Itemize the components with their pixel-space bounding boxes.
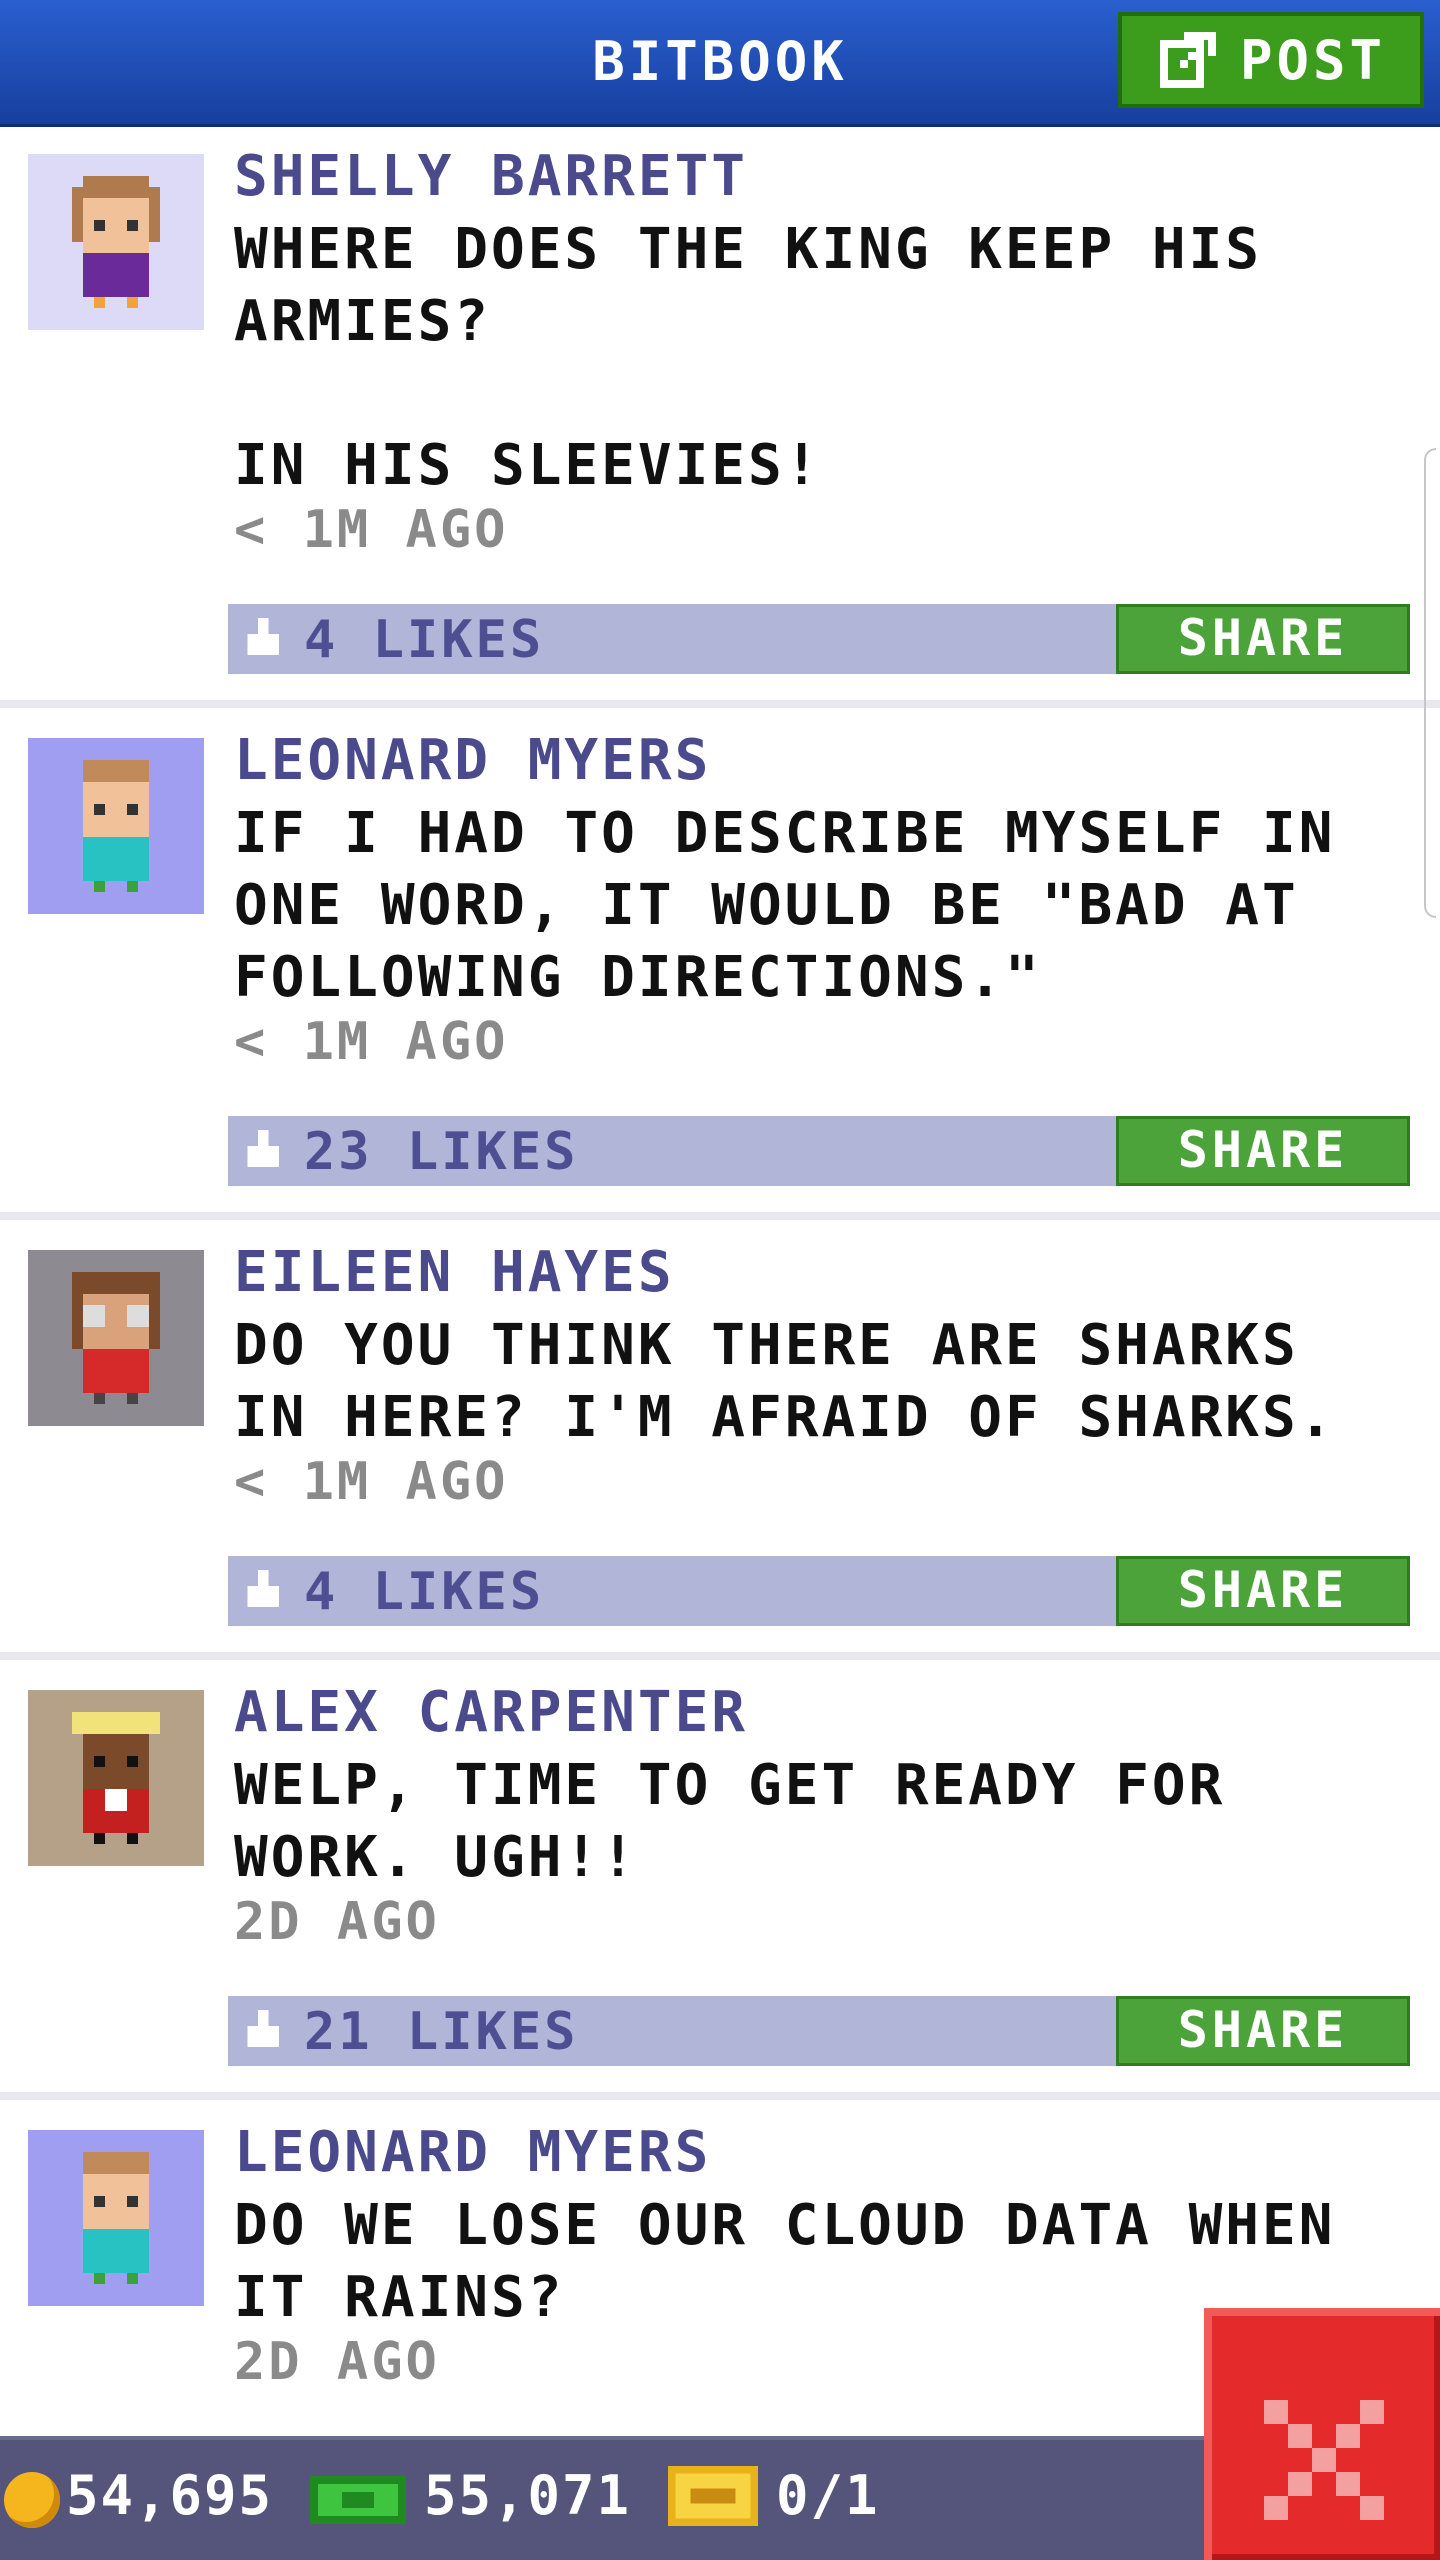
post-time: < 1M AGO xyxy=(234,1012,509,1072)
avatar[interactable] xyxy=(28,2130,204,2306)
like-count: 23 LIKES xyxy=(304,1122,579,1182)
ticket-count: 0/1 xyxy=(776,2464,880,2527)
post-button[interactable]: POST xyxy=(1118,12,1424,108)
feed-post: SHELLY BARRETT WHERE DOES THE KING KEEP … xyxy=(0,124,1440,704)
feed-post: ALEX CARPENTER WELP, TIME TO GET READY F… xyxy=(0,1660,1440,2096)
thumbs-up-icon[interactable] xyxy=(242,2010,284,2052)
post-feed[interactable]: SHELLY BARRETT WHERE DOES THE KING KEEP … xyxy=(0,124,1440,2436)
post-text: DO WE LOSE OUR CLOUD DATA WHEN IT RAINS? xyxy=(234,2193,1373,2330)
avatar[interactable] xyxy=(28,1690,204,1866)
thumbs-up-icon[interactable] xyxy=(242,1570,284,1612)
likes-bar: 21 LIKES SHARE xyxy=(228,1996,1410,2066)
share-button[interactable]: SHARE xyxy=(1116,1116,1410,1186)
like-count: 4 LIKES xyxy=(304,1562,545,1622)
feed-post: LEONARD MYERS IF I HAD TO DESCRIBE MYSEL… xyxy=(0,708,1440,1216)
thumbs-up-icon[interactable] xyxy=(242,1130,284,1172)
post-time: < 1M AGO xyxy=(234,1452,509,1512)
post-time: < 1M AGO xyxy=(234,500,509,560)
feed-post: EILEEN HAYES DO YOU THINK THERE ARE SHAR… xyxy=(0,1220,1440,1656)
post-author[interactable]: EILEEN HAYES xyxy=(234,1240,675,1305)
coin-icon xyxy=(4,2472,60,2528)
ticket-icon xyxy=(668,2466,758,2526)
bux-icon xyxy=(310,2476,406,2524)
bux-count: 55,071 xyxy=(424,2464,632,2527)
avatar[interactable] xyxy=(28,738,204,914)
post-divider xyxy=(0,1212,1440,1220)
post-text: DO YOU THINK THERE ARE SHARKS IN HERE? I… xyxy=(234,1313,1336,1450)
post-author[interactable]: LEONARD MYERS xyxy=(234,2120,711,2185)
likes-bar: 23 LIKES SHARE xyxy=(228,1116,1410,1186)
post-time: 2D AGO xyxy=(234,2332,440,2392)
likes-bar: 4 LIKES SHARE xyxy=(228,1556,1410,1626)
scrollbar[interactable] xyxy=(1424,448,1436,918)
post-divider xyxy=(0,2092,1440,2100)
post-divider xyxy=(0,1652,1440,1660)
compose-icon xyxy=(1159,32,1216,88)
share-button[interactable]: SHARE xyxy=(1116,1556,1410,1626)
post-author[interactable]: SHELLY BARRETT xyxy=(234,144,748,209)
post-time: 2D AGO xyxy=(234,1892,440,1952)
avatar[interactable] xyxy=(28,1250,204,1426)
avatar[interactable] xyxy=(28,154,204,330)
like-count: 21 LIKES xyxy=(304,2002,579,2062)
post-author[interactable]: LEONARD MYERS xyxy=(234,728,711,793)
post-text: WHERE DOES THE KING KEEP HIS ARMIES? IN … xyxy=(234,217,1263,498)
post-author[interactable]: ALEX CARPENTER xyxy=(234,1680,748,1745)
post-text: WELP, TIME TO GET READY FOR WORK. UGH!! xyxy=(234,1753,1263,1890)
close-icon xyxy=(1264,2400,1384,2520)
likes-bar: 4 LIKES SHARE xyxy=(228,604,1410,674)
share-button[interactable]: SHARE xyxy=(1116,1996,1410,2066)
post-button-label: POST xyxy=(1239,28,1387,92)
post-text: IF I HAD TO DESCRIBE MYSELF IN ONE WORD,… xyxy=(234,801,1373,1010)
post-divider xyxy=(0,700,1440,708)
like-count: 4 LIKES xyxy=(304,610,545,670)
thumbs-up-icon[interactable] xyxy=(242,618,284,660)
app-header: BITBOOK POST xyxy=(0,0,1440,124)
share-button[interactable]: SHARE xyxy=(1116,604,1410,674)
coin-count: 54,695 xyxy=(66,2464,274,2527)
close-button[interactable] xyxy=(1204,2308,1440,2560)
